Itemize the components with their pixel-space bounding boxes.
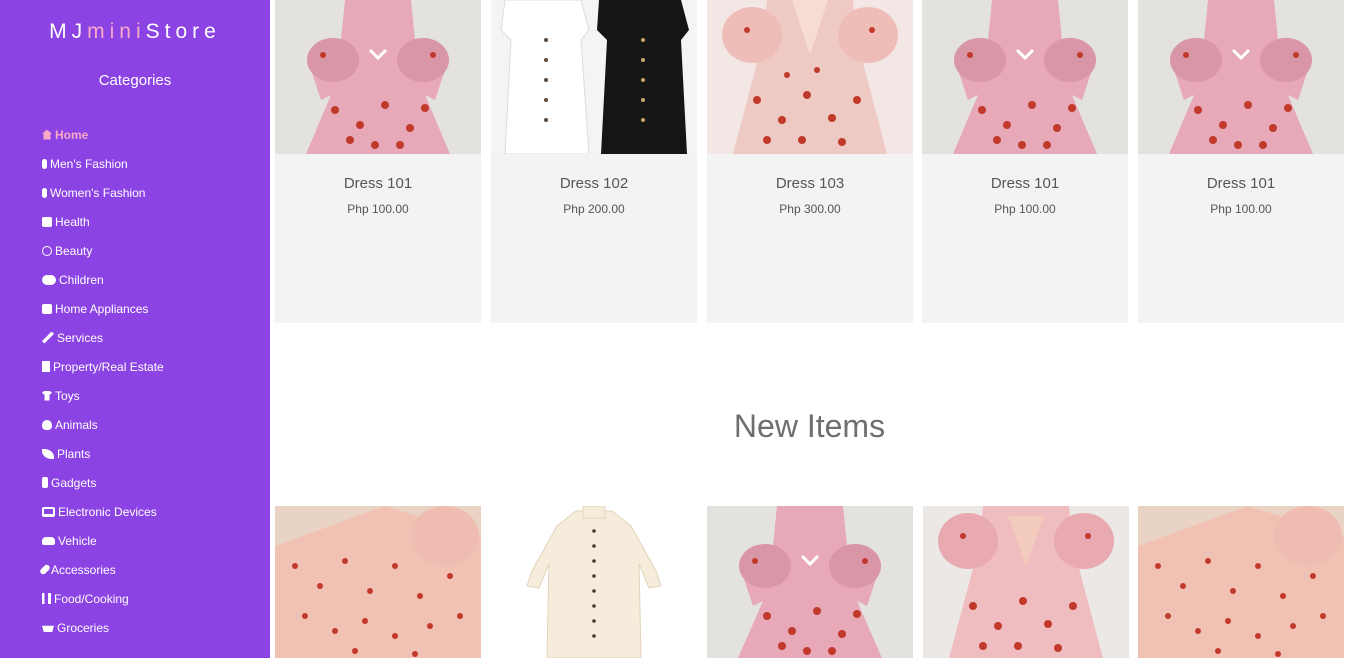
product-card[interactable] xyxy=(923,506,1129,658)
building-icon xyxy=(42,361,50,372)
product-name[interactable]: Dress 103 xyxy=(707,175,913,192)
sidebar-item-home[interactable]: Home xyxy=(42,120,164,149)
product-image[interactable] xyxy=(707,0,913,154)
sidebar-item-label: Services xyxy=(57,330,104,345)
sidebar-item-gadgets[interactable]: Gadgets xyxy=(42,468,164,497)
product-card[interactable] xyxy=(275,506,481,658)
product-image[interactable] xyxy=(275,506,481,658)
sidebar-item-womens-fashion[interactable]: Women's Fashion xyxy=(42,178,164,207)
product-card[interactable] xyxy=(1138,506,1344,658)
sidebar-item-plants[interactable]: Plants xyxy=(42,439,164,468)
sidebar-item-mens-fashion[interactable]: Men's Fashion xyxy=(42,149,164,178)
sidebar-item-accessories[interactable]: Accessories xyxy=(38,555,164,584)
sidebar-item-children[interactable]: Children xyxy=(42,265,164,294)
ring-icon xyxy=(38,563,52,576)
product-name[interactable]: Dress 102 xyxy=(491,175,697,192)
categories-title: Categories xyxy=(98,72,172,89)
sidebar-item-label: Health xyxy=(55,214,90,229)
product-name[interactable]: Dress 101 xyxy=(922,175,1128,192)
product-price: Php 200.00 xyxy=(563,202,625,216)
sidebar-item-services[interactable]: Services xyxy=(42,323,164,352)
leaf-icon xyxy=(42,448,54,459)
medkit-icon xyxy=(42,216,52,227)
sidebar: MJminiStore Categories Home Men's Fashio… xyxy=(0,0,270,658)
sidebar-item-home-appliances[interactable]: Home Appliances xyxy=(42,294,164,323)
sidebar-item-health[interactable]: Health xyxy=(42,207,164,236)
sidebar-item-food-cooking[interactable]: Food/Cooking xyxy=(42,584,164,613)
product-card[interactable] xyxy=(491,506,697,658)
product-card[interactable]: Dress 101 Php 100.00 xyxy=(1138,0,1344,323)
sidebar-item-label: Vehicle xyxy=(58,533,97,548)
desktop-icon xyxy=(42,506,55,517)
sidebar-item-label: Women's Fashion xyxy=(50,185,146,200)
tshirt-icon xyxy=(42,390,52,401)
sidebar-item-label: Home Appliances xyxy=(55,301,149,316)
brand-logo[interactable]: MJminiStore xyxy=(0,20,270,44)
product-image[interactable] xyxy=(1138,506,1344,658)
sidebar-item-label: Toys xyxy=(55,388,80,403)
mobile-icon xyxy=(42,477,48,488)
home-icon xyxy=(42,129,52,140)
product-name[interactable]: Dress 101 xyxy=(1138,175,1344,192)
product-card[interactable] xyxy=(707,506,913,658)
sidebar-item-animals[interactable]: Animals xyxy=(42,410,164,439)
sidebar-item-label: Plants xyxy=(57,446,91,461)
product-price: Php 300.00 xyxy=(779,202,841,216)
brand-part-2: mini xyxy=(87,20,146,43)
product-image[interactable] xyxy=(491,0,697,154)
sidebar-item-label: Children xyxy=(59,272,104,287)
product-image[interactable] xyxy=(491,506,697,658)
product-name[interactable]: Dress 101 xyxy=(275,175,481,192)
sidebar-item-label: Electronic Devices xyxy=(58,504,157,519)
sidebar-item-label: Property/Real Estate xyxy=(53,359,164,374)
sidebar-item-label: Groceries xyxy=(57,620,110,635)
brand-part-1: MJ xyxy=(49,20,88,43)
sidebar-item-toys[interactable]: Toys xyxy=(42,381,164,410)
sidebar-item-label: Gadgets xyxy=(51,475,97,490)
brand-part-3: Store xyxy=(145,20,221,43)
utensils-icon xyxy=(42,593,51,604)
product-image[interactable] xyxy=(922,0,1128,154)
product-image[interactable] xyxy=(923,506,1129,658)
product-price: Php 100.00 xyxy=(347,202,409,216)
sidebar-item-electronic-devices[interactable]: Electronic Devices xyxy=(42,497,164,526)
sidebar-item-label: Home xyxy=(55,127,89,142)
sidebar-item-label: Accessories xyxy=(51,562,116,577)
new-items-heading: New Items xyxy=(733,408,886,444)
product-image[interactable] xyxy=(275,0,481,154)
sidebar-item-label: Beauty xyxy=(55,243,93,258)
sidebar-item-property[interactable]: Property/Real Estate xyxy=(42,352,164,381)
sidebar-item-groceries[interactable]: Groceries xyxy=(42,613,164,642)
sidebar-item-beauty[interactable]: Beauty xyxy=(42,236,164,265)
paw-icon xyxy=(42,419,52,430)
smile-icon xyxy=(42,245,52,256)
basket-icon xyxy=(42,625,54,632)
sidebar-item-label: Food/Cooking xyxy=(54,591,129,606)
female-icon xyxy=(42,187,47,198)
category-nav: Home Men's Fashion Women's Fashion Healt… xyxy=(38,120,164,642)
chair-icon xyxy=(42,303,52,314)
product-card[interactable]: Dress 103 Php 300.00 xyxy=(707,0,913,323)
male-icon xyxy=(42,158,47,169)
users-icon xyxy=(42,274,56,285)
product-price: Php 100.00 xyxy=(1210,202,1272,216)
tools-icon xyxy=(42,331,54,344)
product-image[interactable] xyxy=(707,506,913,658)
sidebar-item-label: Animals xyxy=(55,417,98,432)
product-card[interactable]: Dress 101 Php 100.00 xyxy=(275,0,481,323)
car-icon xyxy=(42,536,55,545)
sidebar-item-label: Men's Fashion xyxy=(50,156,128,171)
sidebar-item-vehicle[interactable]: Vehicle xyxy=(42,526,164,555)
product-price: Php 100.00 xyxy=(994,202,1056,216)
product-image[interactable] xyxy=(1138,0,1344,154)
product-card[interactable]: Dress 101 Php 100.00 xyxy=(922,0,1128,323)
product-card[interactable]: Dress 102 Php 200.00 xyxy=(491,0,697,323)
